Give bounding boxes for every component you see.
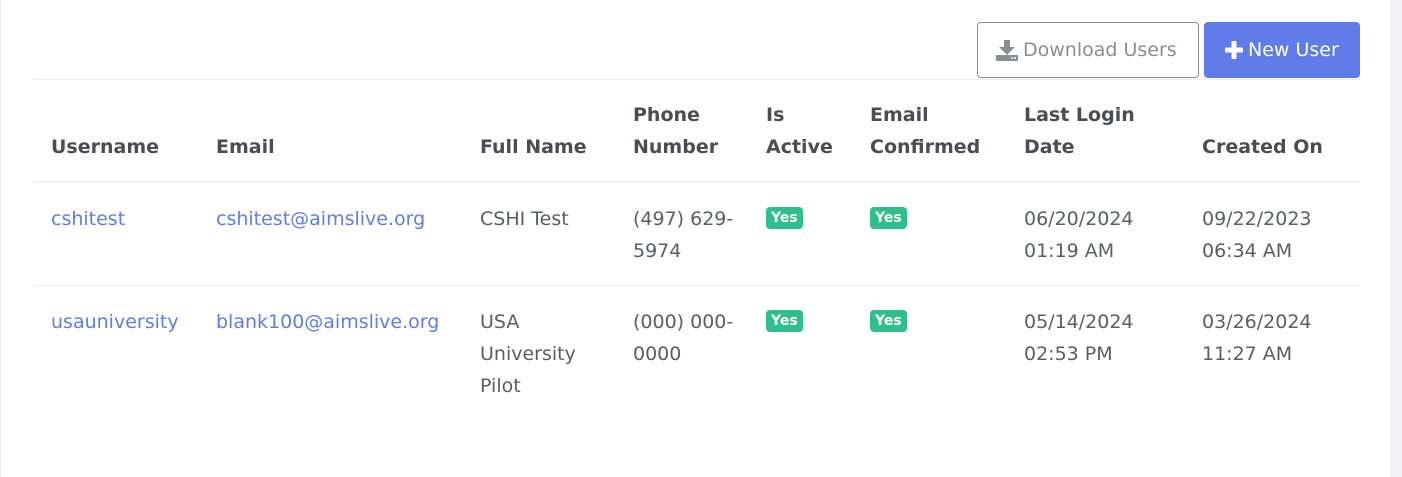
phone-cell: (000) 000-0000 [633, 311, 734, 365]
last-login-cell: 05/14/2024 02:53 PM [1024, 311, 1134, 365]
last-login-cell: 06/20/2024 01:19 AM [1006, 182, 1184, 286]
column-header-created-on[interactable]: Created On [1184, 80, 1360, 183]
status-badge: Yes [766, 207, 803, 229]
column-header-phone[interactable]: Phone Number [615, 80, 748, 183]
table-row: cshitest cshitest@aimslive.org CSHI Test… [33, 182, 1360, 286]
phone-cell: (497) 629-5974 [615, 182, 748, 286]
column-header-last-login[interactable]: Last Login Date [1006, 80, 1184, 183]
email-confirmed-cell: Yes [852, 182, 1006, 286]
email-link[interactable]: cshitest@aimslive.org [198, 182, 462, 286]
full-name-cell: USA University Pilot [480, 311, 576, 397]
status-badge: Yes [766, 310, 803, 332]
created-on-cell: 09/22/2023 06:34 AM [1184, 182, 1360, 286]
column-header-email-confirmed[interactable]: Email Confirmed [852, 80, 1006, 183]
created-on-cell: 03/26/2024 11:27 AM [1202, 311, 1312, 365]
column-header-is-active[interactable]: Is Active [748, 80, 852, 183]
users-table: Username Email Full Name Phone Number Is… [33, 80, 1360, 420]
is-active-cell: Yes [748, 182, 852, 286]
full-name-cell: CSHI Test [462, 182, 615, 286]
username-link[interactable]: cshitest [33, 182, 198, 286]
email-link[interactable]: blank100@aimslive.org [198, 286, 462, 421]
table-row: usauniversity blank100@aimslive.org USA … [33, 286, 1360, 421]
users-card: Download Users New User Username Email F… [0, 0, 1390, 477]
column-header-username[interactable]: Username [33, 80, 198, 183]
column-header-full-name[interactable]: Full Name [462, 80, 615, 183]
download-icon [996, 40, 1018, 61]
column-header-email[interactable]: Email [198, 80, 462, 183]
new-user-label: New User [1248, 39, 1339, 61]
email-confirmed-cell: Yes [852, 286, 1006, 421]
plus-icon [1225, 41, 1243, 59]
download-users-label: Download Users [1023, 39, 1177, 61]
status-badge: Yes [870, 310, 907, 332]
table-header-row: Username Email Full Name Phone Number Is… [33, 80, 1360, 183]
download-users-button[interactable]: Download Users [977, 22, 1199, 78]
username-link[interactable]: usauniversity [33, 286, 198, 421]
is-active-cell: Yes [748, 286, 852, 421]
new-user-button[interactable]: New User [1204, 22, 1360, 78]
status-badge: Yes [870, 207, 907, 229]
table-toolbar: Download Users New User [977, 22, 1360, 78]
